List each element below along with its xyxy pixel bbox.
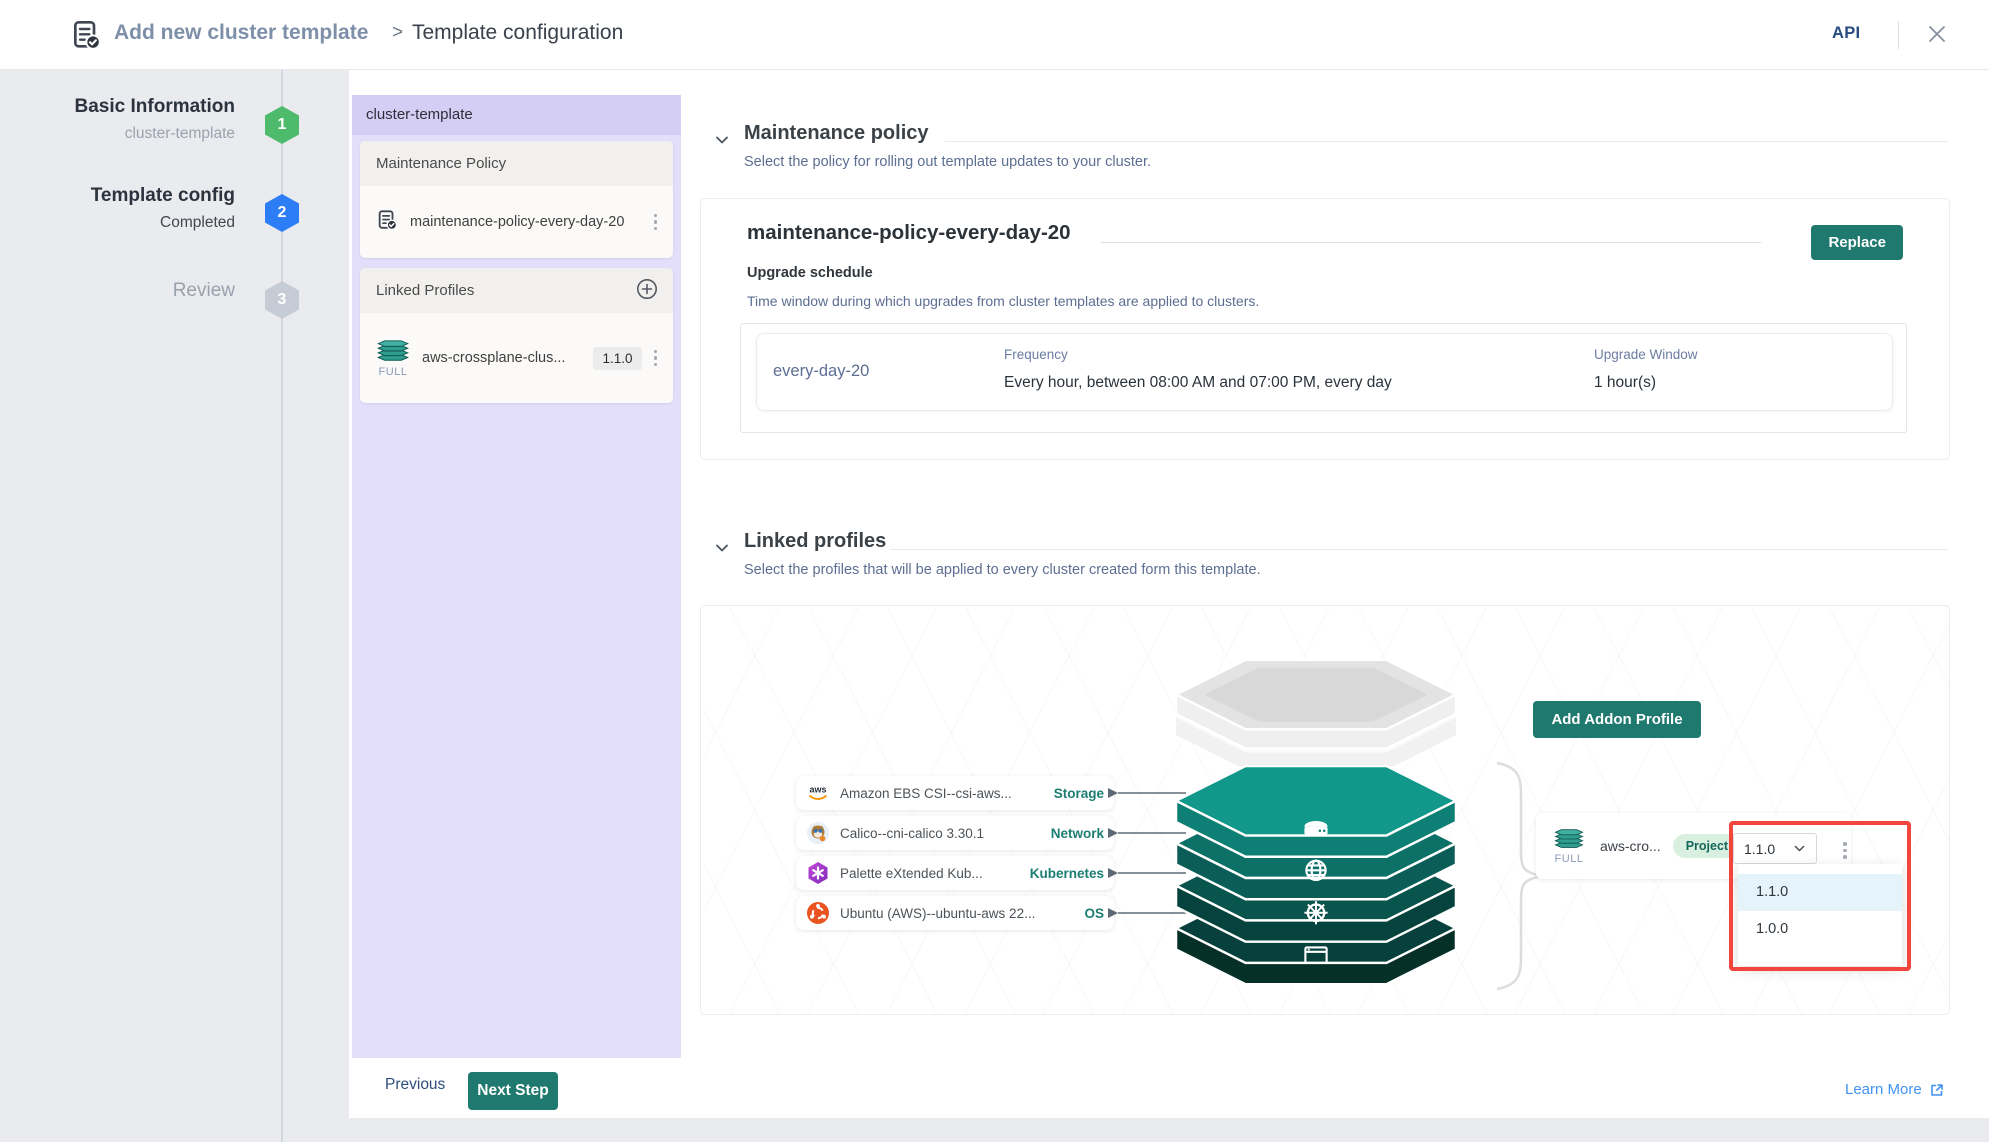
maintenance-policy-card: Maintenance Policy maintenance-policy-ev…	[360, 141, 673, 258]
linked-section-subtitle: Select the profiles that will be applied…	[744, 562, 1261, 578]
policy-title-divider	[1101, 242, 1761, 243]
layer-name: Ubuntu (AWS)--ubuntu-aws 22...	[840, 906, 1035, 921]
svg-text:aws: aws	[809, 785, 826, 795]
cluster-template-doc-icon	[70, 19, 102, 56]
profile-name: aws-cro...	[1600, 838, 1661, 854]
step-sublabel: cluster-template	[30, 125, 235, 143]
linked-profiles-card: Linked Profiles FULL aws-crossplane-clus…	[360, 268, 673, 403]
storage-icon	[1304, 821, 1327, 835]
step-badge-2: 2	[265, 194, 299, 232]
frequency-value: Every hour, between 08:00 AM and 07:00 P…	[1004, 374, 1392, 392]
header-divider	[1898, 21, 1899, 49]
layers-icon	[376, 339, 410, 363]
profile-scope: FULL	[376, 339, 410, 378]
upgrade-schedule-title: Upgrade schedule	[747, 265, 873, 281]
next-step-button[interactable]: Next Step	[468, 1072, 558, 1110]
linked-profile-name: aws-crossplane-clus...	[422, 350, 565, 366]
scope-label: FULL	[379, 366, 408, 378]
learn-more-label: Learn More	[1845, 1081, 1922, 1098]
panel-title: cluster-template	[352, 95, 681, 135]
step-label: Basic Information	[30, 96, 235, 118]
upgrade-window-label: Upgrade Window	[1594, 347, 1698, 362]
kebab-menu-icon[interactable]	[650, 346, 662, 371]
layer-name: Calico--cni-calico 3.30.1	[840, 826, 984, 841]
external-link-icon	[1929, 1082, 1945, 1098]
layer-category: Kubernetes	[1030, 866, 1104, 881]
header-bar: Add new cluster template > Template conf…	[0, 0, 1989, 70]
layer-pill-network[interactable]: Calico--cni-calico 3.30.1 Network	[796, 816, 1114, 850]
version-option-1-0-0[interactable]: 1.0.0	[1738, 911, 1902, 948]
step-label: Template config	[30, 185, 235, 207]
frequency-label: Frequency	[1004, 347, 1068, 362]
linked-section-title: Linked profiles	[744, 530, 886, 553]
linked-profile-item[interactable]: FULL aws-crossplane-clus... 1.1.0	[360, 313, 673, 403]
schedule-name: every-day-20	[773, 362, 869, 381]
linked-profiles-header: Linked Profiles	[360, 268, 673, 313]
cluster-template-panel: cluster-template Maintenance Policy main…	[352, 95, 681, 1058]
schedule-row: every-day-20 Frequency Every hour, betwe…	[756, 333, 1893, 411]
section-divider	[890, 549, 1948, 550]
selected-version: 1.1.0	[1744, 841, 1775, 857]
linked-profiles-visualization-card: aws Amazon EBS CSI--csi-aws... Storage C…	[700, 605, 1950, 1015]
step-review[interactable]: Review	[30, 280, 235, 302]
pxk-icon	[806, 861, 830, 885]
policy-name: maintenance-policy-every-day-20	[410, 214, 624, 230]
profile-scope: FULL	[1552, 828, 1586, 865]
ubuntu-icon	[806, 901, 830, 925]
section-divider	[945, 141, 1948, 142]
layer-pill-os[interactable]: Ubuntu (AWS)--ubuntu-aws 22... OS	[796, 896, 1114, 930]
step-sublabel: Completed	[30, 214, 235, 232]
scope-label: FULL	[1555, 853, 1584, 865]
version-badge: 1.1.0	[593, 347, 641, 370]
kebab-menu-icon[interactable]	[1839, 838, 1851, 863]
maintenance-policy-detail-card: maintenance-policy-every-day-20 Replace …	[700, 198, 1950, 460]
breadcrumb-current: Template configuration	[412, 21, 623, 45]
step-basic-information[interactable]: Basic Information cluster-template	[30, 96, 235, 143]
previous-button[interactable]: Previous	[385, 1076, 445, 1094]
aws-icon: aws	[806, 781, 830, 805]
upgrade-window-value: 1 hour(s)	[1594, 374, 1656, 392]
cluster-stack-illustration	[1171, 656, 1461, 989]
layer-name: Palette eXtended Kub...	[840, 866, 983, 881]
kebab-menu-icon[interactable]	[650, 210, 662, 235]
layer-category: Network	[1051, 826, 1104, 841]
maintenance-policy-header: Maintenance Policy	[360, 141, 673, 186]
layer-name: Amazon EBS CSI--csi-aws...	[840, 786, 1012, 801]
maintenance-policy-item[interactable]: maintenance-policy-every-day-20	[360, 186, 673, 258]
step-label: Review	[30, 280, 235, 302]
policy-detail-name: maintenance-policy-every-day-20	[747, 221, 1071, 245]
step-badge-3: 3	[265, 281, 299, 319]
learn-more-link[interactable]: Learn More	[1845, 1081, 1945, 1098]
maintenance-section-chevron-icon[interactable]	[714, 132, 730, 153]
step-badge-1: 1	[265, 106, 299, 144]
version-select[interactable]: 1.1.0	[1733, 833, 1817, 864]
step-template-config[interactable]: Template config Completed	[30, 185, 235, 232]
breadcrumb-separator: >	[392, 22, 403, 44]
replace-button[interactable]: Replace	[1811, 225, 1903, 260]
chevron-down-icon	[1793, 842, 1806, 855]
layer-category: Storage	[1054, 786, 1104, 801]
kubernetes-wheel-icon	[1304, 901, 1327, 924]
project-badge: Project	[1673, 834, 1741, 858]
schedule-box: every-day-20 Frequency Every hour, betwe…	[740, 323, 1907, 433]
add-cluster-template-modal: Add new cluster template > Template conf…	[0, 0, 1989, 1142]
linked-section-chevron-icon[interactable]	[714, 540, 730, 561]
maintenance-section-subtitle: Select the policy for rolling out templa…	[744, 154, 1151, 170]
add-profile-plus-icon[interactable]	[635, 277, 659, 305]
layer-pill-storage[interactable]: aws Amazon EBS CSI--csi-aws... Storage	[796, 776, 1114, 810]
add-addon-profile-button[interactable]: Add Addon Profile	[1533, 701, 1701, 738]
api-link[interactable]: API	[1832, 24, 1860, 43]
breadcrumb-parent[interactable]: Add new cluster template	[114, 21, 368, 45]
calico-icon	[806, 821, 830, 845]
layers-icon	[1552, 828, 1586, 850]
maintenance-section-title: Maintenance policy	[744, 122, 929, 145]
close-icon[interactable]	[1926, 23, 1948, 50]
linked-profiles-header-label: Linked Profiles	[376, 282, 474, 299]
version-option-1-1-0[interactable]: 1.1.0	[1738, 874, 1902, 911]
layer-pill-kubernetes[interactable]: Palette eXtended Kub... Kubernetes	[796, 856, 1114, 890]
policy-doc-icon	[376, 209, 398, 236]
version-dropdown-menu: 1.1.0 1.0.0	[1738, 864, 1902, 966]
layer-category: OS	[1084, 906, 1104, 921]
upgrade-schedule-description: Time window during which upgrades from c…	[747, 293, 1259, 309]
